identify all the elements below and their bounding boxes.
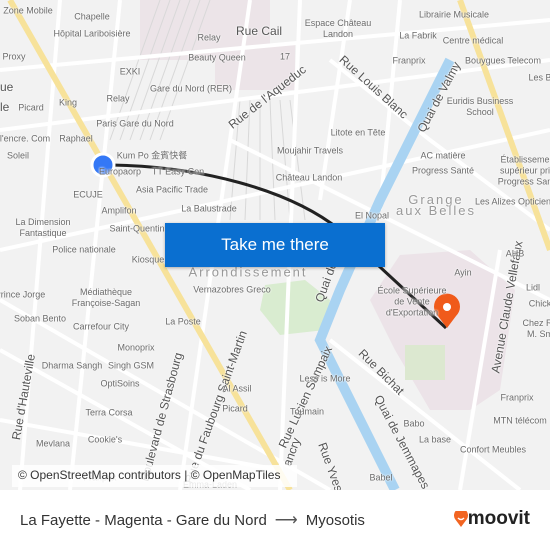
poi-label: Progress Santé bbox=[411, 165, 475, 176]
poi-label: Saint-Quentin bbox=[109, 223, 165, 234]
poi-label: Zone Mobile bbox=[3, 5, 53, 16]
poi-label: Al Assil bbox=[222, 383, 252, 394]
destination-stop: Myosotis bbox=[305, 511, 365, 529]
poi-label: Franprix bbox=[392, 55, 426, 66]
poi-label: Cookie's bbox=[87, 434, 123, 445]
poi-label: Police nationale bbox=[52, 244, 116, 255]
poi-label: Monoprix bbox=[117, 342, 155, 353]
poi-label: Librairie Musicale bbox=[418, 9, 490, 20]
moovit-logo: moovit bbox=[453, 508, 530, 530]
poi-label: Dharma Sangh bbox=[41, 360, 103, 371]
poi-label: Toumain bbox=[289, 406, 325, 417]
origin-stop: La Fayette - Magenta - Gare du Nord bbox=[20, 511, 267, 529]
poi-label: Moujahir Travels bbox=[276, 145, 344, 156]
poi-label: Établisseme supérieur pri Progress San bbox=[497, 154, 550, 187]
poi-label: Terra Corsa bbox=[85, 407, 133, 418]
poi-label: Beauty Queen bbox=[188, 52, 246, 63]
map-attribution[interactable]: © OpenStreetMap contributors | © OpenMap… bbox=[12, 465, 297, 487]
poi-label: Picard bbox=[222, 403, 248, 414]
poi-label: AC matière bbox=[420, 150, 466, 161]
poi-label: Soleil bbox=[6, 150, 30, 161]
poi-label: MTN télécom bbox=[493, 415, 547, 426]
moovit-pin-icon bbox=[453, 511, 468, 527]
poi-label: Amplifon bbox=[101, 205, 137, 216]
poi-label: Lidl bbox=[525, 282, 541, 293]
poi-label: Paris Gare du Nord bbox=[96, 118, 174, 129]
poi-label: Chapelle bbox=[74, 11, 110, 22]
district-label: Grange aux Belles bbox=[396, 192, 476, 218]
poi-label: El Nopal bbox=[354, 210, 390, 221]
poi-label: King bbox=[58, 97, 78, 108]
poi-label: Les Alizes Opticien bbox=[474, 196, 550, 207]
poi-label: Chick bbox=[528, 298, 550, 309]
brand-name: moovit bbox=[467, 508, 530, 529]
poi-label: Prince Jorge bbox=[0, 289, 46, 300]
poi-label: Raphael bbox=[59, 133, 93, 144]
poi-label: Confort Meubles bbox=[459, 444, 527, 455]
poi-label: Kum Po 金賓快餐 bbox=[116, 150, 188, 161]
poi-label: Franprix bbox=[500, 392, 534, 403]
poi-label: Soban Bento bbox=[13, 313, 67, 324]
poi-label: ECUJE bbox=[73, 189, 103, 200]
poi-label: Relay bbox=[106, 93, 130, 104]
poi-label: Mevlana bbox=[35, 438, 71, 449]
poi-label: Singh GSM bbox=[107, 360, 155, 371]
poi-label: Vernazobres Greco bbox=[193, 284, 271, 295]
poi-label: Proxy bbox=[2, 51, 26, 62]
street-label: le bbox=[0, 100, 10, 114]
map-view[interactable]: Rue Cail Rue de l'Aqueduc Rue Louis Blan… bbox=[0, 0, 550, 490]
poi-label: Médiathèque Françoise-Sagan bbox=[71, 287, 141, 308]
poi-label: Europaorp bbox=[98, 166, 142, 177]
poi-label: Asia Pacific Trade bbox=[135, 184, 209, 195]
take-me-there-button[interactable]: Take me there bbox=[165, 223, 385, 267]
poi-label: Chez Ro M. Sm bbox=[522, 318, 550, 339]
poi-label: Babo bbox=[403, 418, 425, 429]
poi-label: AHB bbox=[505, 248, 525, 259]
poi-label: Litote en Tête bbox=[330, 127, 386, 138]
poi-label: TT Easy Con bbox=[151, 166, 205, 177]
poi-label: École Supérieure de Vente d'Exportation bbox=[377, 285, 447, 318]
district-label: Arrondissement bbox=[188, 264, 308, 280]
poi-label: 17 bbox=[279, 51, 291, 62]
poi-label: OptiSoins bbox=[100, 378, 140, 389]
poi-label: Gare du Nord (RER) bbox=[149, 83, 233, 94]
street-label: ue bbox=[0, 80, 14, 94]
poi-label: La base bbox=[418, 434, 452, 445]
poi-label: Hôpital Lariboisière bbox=[53, 28, 131, 39]
poi-label: Bouygues Telecom bbox=[465, 55, 541, 66]
poi-label: Relay bbox=[197, 32, 221, 43]
poi-label: Less is More bbox=[299, 373, 351, 384]
poi-label: La Balustrade bbox=[181, 203, 237, 214]
arrow-right-icon: ⟶ bbox=[274, 512, 298, 529]
poi-label: l'encre. Com bbox=[0, 133, 51, 144]
sports-field bbox=[405, 345, 445, 380]
poi-label: La Dimension Fantastique bbox=[15, 217, 71, 238]
poi-label: EXKI bbox=[119, 66, 141, 77]
poi-label: Centre médical bbox=[442, 35, 504, 46]
poi-label: Château Landon bbox=[275, 172, 343, 183]
poi-label: La Fabrik bbox=[399, 30, 437, 41]
poi-label: Euridis Business School bbox=[446, 96, 514, 117]
poi-label: Babel bbox=[369, 472, 393, 483]
poi-label: La Poste bbox=[165, 316, 201, 327]
street-label: Rue Cail bbox=[236, 24, 283, 38]
poi-label: Kiosque bbox=[131, 254, 165, 265]
poi-label: Ayin bbox=[454, 267, 472, 278]
poi-label: Les B bbox=[528, 72, 550, 83]
poi-label: Carrefour City bbox=[72, 321, 130, 332]
poi-label: Picard bbox=[18, 102, 44, 113]
poi-label: Espace Château Landon bbox=[304, 18, 372, 39]
